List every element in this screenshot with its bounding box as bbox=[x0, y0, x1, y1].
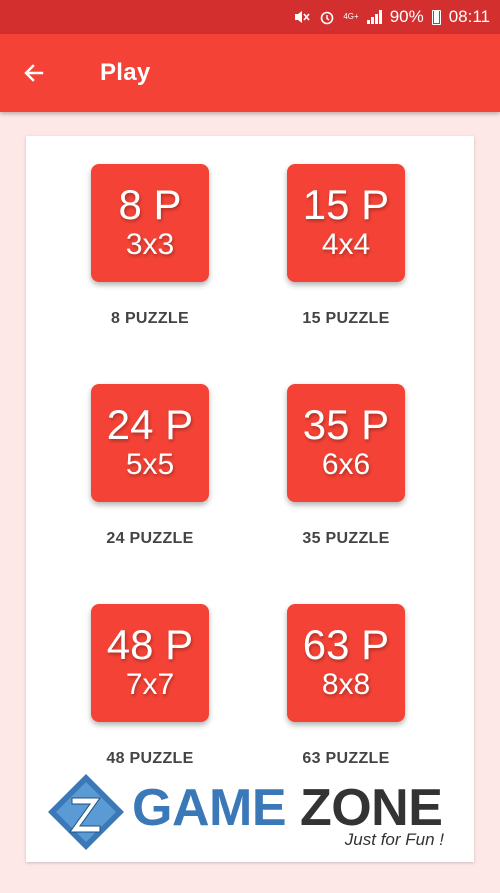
puzzle-grid-size: 8x8 bbox=[321, 668, 371, 701]
puzzle-grid-size: 6x6 bbox=[321, 448, 371, 481]
puzzle-label: 15 PUZZLE bbox=[302, 310, 390, 327]
puzzle-icon: 24 P 5x5 bbox=[91, 384, 209, 502]
puzzle-icon: 48 P 7x7 bbox=[91, 604, 209, 722]
puzzle-icon: 35 P 6x6 bbox=[287, 384, 405, 502]
puzzle-grid-size: 7x7 bbox=[125, 668, 175, 701]
clock: 08:11 bbox=[448, 7, 490, 26]
puzzle-tile-35[interactable]: 35 P 6x6 35 PUZZLE bbox=[271, 384, 421, 548]
puzzle-grid-size: 4x4 bbox=[321, 228, 371, 261]
puzzle-label: 8 PUZZLE bbox=[111, 310, 189, 327]
arrow-left-icon bbox=[24, 64, 44, 82]
page-title: Play bbox=[100, 59, 151, 86]
battery-icon bbox=[431, 9, 441, 25]
puzzle-label: 63 PUZZLE bbox=[302, 750, 390, 767]
puzzle-tile-8[interactable]: 8 P 3x3 8 PUZZLE bbox=[75, 164, 225, 328]
network-type-icon: 4G+ bbox=[343, 12, 359, 21]
puzzle-icon: 15 P 4x4 bbox=[287, 164, 405, 282]
battery-percent: 90% bbox=[389, 7, 424, 26]
puzzle-label: 24 PUZZLE bbox=[106, 530, 194, 547]
puzzle-grid-size: 5x5 bbox=[125, 448, 175, 481]
puzzle-grid-size: 3x3 bbox=[125, 228, 175, 261]
puzzle-icon: 63 P 8x8 bbox=[287, 604, 405, 722]
puzzle-tile-24[interactable]: 24 P 5x5 24 PUZZLE bbox=[75, 384, 225, 548]
puzzle-pieces: 15 P bbox=[302, 181, 390, 228]
puzzle-tile-48[interactable]: 48 P 7x7 48 PUZZLE bbox=[75, 604, 225, 768]
status-bar: 4G+ 90% 08:11 bbox=[0, 0, 500, 34]
mute-icon bbox=[293, 10, 311, 24]
puzzle-label: 48 PUZZLE bbox=[106, 750, 194, 767]
puzzle-tile-63[interactable]: 63 P 8x8 63 PUZZLE bbox=[271, 604, 421, 768]
puzzle-pieces: 35 P bbox=[302, 401, 390, 448]
puzzle-tile-15[interactable]: 15 P 4x4 15 PUZZLE bbox=[271, 164, 421, 328]
puzzle-pieces: 24 P bbox=[106, 401, 194, 448]
puzzle-pieces: 8 P bbox=[118, 181, 182, 228]
puzzle-label: 35 PUZZLE bbox=[302, 530, 390, 547]
puzzle-pieces: 63 P bbox=[302, 621, 390, 668]
signal-icon bbox=[366, 10, 382, 24]
app-bar: Play bbox=[0, 34, 500, 112]
puzzle-grid-card: 8 P 3x3 8 PUZZLE 15 P 4x4 15 PUZZLE 24 P… bbox=[26, 136, 474, 862]
alarm-icon bbox=[319, 9, 335, 25]
puzzle-icon: 8 P 3x3 bbox=[91, 164, 209, 282]
back-button[interactable] bbox=[4, 43, 64, 103]
puzzle-pieces: 48 P bbox=[106, 621, 194, 668]
